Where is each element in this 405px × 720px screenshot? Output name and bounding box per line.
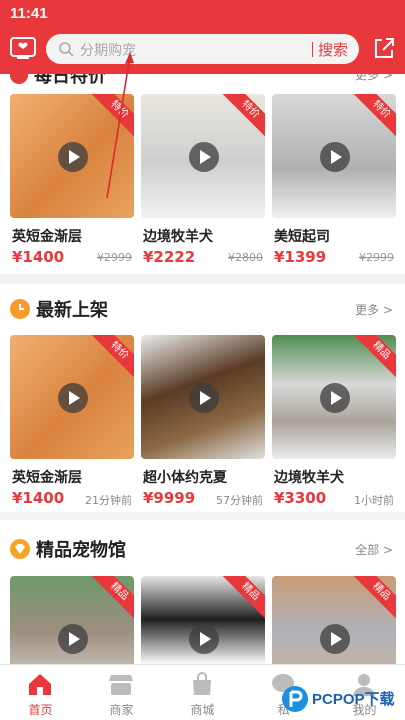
tab-label: 首页 xyxy=(28,703,53,717)
section-title: 最新上架 xyxy=(36,300,108,320)
shopping-bag-icon xyxy=(193,672,211,695)
play-icon[interactable] xyxy=(189,383,219,413)
watermark-logo-icon xyxy=(282,686,308,712)
product-image[interactable] xyxy=(141,335,265,459)
deal-badge: 特价 xyxy=(350,94,396,141)
tab-home[interactable]: 首页 xyxy=(0,665,81,720)
play-icon[interactable] xyxy=(320,383,350,413)
listing-time: 57分钟前 xyxy=(216,494,263,507)
listing-time: 21分钟前 xyxy=(85,494,132,507)
share-icon[interactable] xyxy=(372,36,396,60)
premium-badge: 精品 xyxy=(88,576,134,623)
product-name: 边境牧羊犬 xyxy=(143,229,213,245)
product-price: ¥9999 xyxy=(143,489,196,507)
product-name: 英短金渐层 xyxy=(12,470,82,486)
product-image[interactable]: 精品 xyxy=(141,576,265,664)
original-price: ¥2800 xyxy=(228,251,263,264)
status-time: 11:41 xyxy=(10,5,48,22)
deal-badge: 特价 xyxy=(219,94,265,141)
premium-badge: 精品 xyxy=(350,576,396,623)
product-price: ¥1399 xyxy=(274,248,327,266)
watermark-text: PCPOP下载 xyxy=(312,691,395,708)
section-new-arrivals: 最新上架 更多 > 特价 英短金渐层 ¥1400 21分钟前 超小体约克夏 ¥9… xyxy=(0,284,405,512)
more-link[interactable]: 更多 > xyxy=(355,301,393,318)
product-price: ¥2222 xyxy=(143,248,196,266)
product-price: ¥1400 xyxy=(12,489,65,507)
main-content[interactable]: 每日特价 更多 > 特价 英短金渐层 ¥1400 ¥2999 特价 边境牧羊犬 … xyxy=(0,74,405,664)
all-link[interactable]: 全部 > xyxy=(355,541,393,558)
top-bar: 11:41 分期购宠 搜索 xyxy=(0,0,405,74)
diamond-icon xyxy=(10,539,30,559)
tab-label: 商家 xyxy=(109,703,134,717)
product-image[interactable]: 特价 xyxy=(141,94,265,218)
play-icon[interactable] xyxy=(58,624,88,654)
search-placeholder[interactable]: 分期购宠 xyxy=(80,40,136,60)
product-image[interactable]: 特价 xyxy=(10,335,134,459)
search-box[interactable]: 分期购宠 搜索 xyxy=(46,34,359,64)
premium-badge: 精品 xyxy=(350,335,396,382)
play-icon[interactable] xyxy=(320,142,350,172)
section-header: 最新上架 xyxy=(10,294,108,324)
original-price: ¥2999 xyxy=(359,251,394,264)
search-button[interactable]: 搜索 xyxy=(318,39,348,60)
clock-icon xyxy=(10,299,30,319)
product-image[interactable]: 精品 xyxy=(272,335,396,459)
product-name: 边境牧羊犬 xyxy=(274,470,344,486)
product-image[interactable]: 精品 xyxy=(10,576,134,664)
product-name: 美短起司 xyxy=(274,229,330,245)
product-image[interactable]: 精品 xyxy=(272,576,396,664)
product-image[interactable]: 特价 xyxy=(10,94,134,218)
clock-icon xyxy=(10,74,28,84)
tv-icon[interactable] xyxy=(10,36,36,60)
product-name: 超小体约克夏 xyxy=(143,470,227,486)
product-price: ¥1400 xyxy=(12,248,65,266)
play-icon[interactable] xyxy=(58,142,88,172)
section-title: 精品宠物馆 xyxy=(36,540,126,560)
product-image[interactable]: 特价 xyxy=(272,94,396,218)
play-icon[interactable] xyxy=(320,624,350,654)
play-icon[interactable] xyxy=(189,624,219,654)
listing-time: 1小时前 xyxy=(354,494,394,507)
section-title: 每日特价 xyxy=(34,74,106,86)
play-icon[interactable] xyxy=(58,383,88,413)
section-daily-deals: 每日特价 更多 > 特价 英短金渐层 ¥1400 ¥2999 特价 边境牧羊犬 … xyxy=(0,74,405,274)
tab-label: 商城 xyxy=(190,703,215,717)
tab-merchants[interactable]: 商家 xyxy=(81,665,162,720)
section-header: 精品宠物馆 xyxy=(10,534,126,564)
play-icon[interactable] xyxy=(189,142,219,172)
search-separator xyxy=(312,42,313,57)
deal-badge: 特价 xyxy=(88,335,134,382)
home-icon xyxy=(29,674,51,695)
section-header: 每日特价 xyxy=(10,74,106,90)
product-price: ¥3300 xyxy=(274,489,327,507)
original-price: ¥2999 xyxy=(97,251,132,264)
store-icon xyxy=(109,675,133,695)
search-icon xyxy=(59,42,74,57)
tab-mall[interactable]: 商城 xyxy=(162,665,243,720)
more-link[interactable]: 更多 > xyxy=(355,74,393,83)
product-name: 英短金渐层 xyxy=(12,229,82,245)
section-premium-pets: 精品宠物馆 全部 > 精品 精品 精品 xyxy=(0,520,405,664)
deal-badge: 特价 xyxy=(88,94,134,141)
premium-badge: 精品 xyxy=(219,576,265,623)
watermark: PCPOP下载 xyxy=(280,682,405,718)
